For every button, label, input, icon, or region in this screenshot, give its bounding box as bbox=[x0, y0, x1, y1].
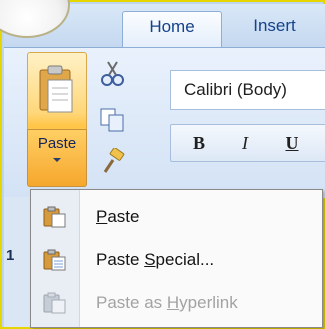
menu-item-label: Paste Special... bbox=[96, 250, 215, 269]
clipboard-icon bbox=[39, 65, 73, 113]
italic-button[interactable]: I bbox=[228, 129, 262, 157]
menu-item-paste-special[interactable]: Paste Special... bbox=[31, 239, 322, 279]
cut-icon[interactable] bbox=[97, 60, 129, 88]
window-frame: Home Insert Paste Calibri (Body) B I U 1 bbox=[0, 0, 325, 329]
bold-button[interactable]: B bbox=[182, 129, 216, 157]
menu-item-paste[interactable]: Paste bbox=[31, 196, 322, 236]
menu-item-label: Paste bbox=[96, 207, 140, 226]
copy-icon[interactable] bbox=[97, 106, 129, 134]
paste-hyperlink-icon bbox=[43, 292, 66, 314]
paste-label: Paste bbox=[37, 135, 77, 152]
paste-icon bbox=[43, 206, 66, 228]
menu-item-paste-as-hyperlink: Paste as Hyperlink bbox=[31, 282, 322, 322]
office-button-icon[interactable] bbox=[0, 0, 70, 38]
paste-special-icon bbox=[43, 249, 66, 271]
tab-home[interactable]: Home bbox=[122, 11, 222, 47]
row-number[interactable]: 1 bbox=[6, 247, 14, 264]
underline-button[interactable]: U bbox=[275, 129, 309, 157]
menu-item-label: Paste as Hyperlink bbox=[96, 293, 238, 312]
chevron-down-icon bbox=[53, 158, 61, 162]
paste-menu: Paste Paste Special... Paste as Hyperlin… bbox=[30, 189, 323, 328]
format-painter-icon[interactable] bbox=[97, 148, 129, 176]
font-name-field[interactable]: Calibri (Body) bbox=[170, 70, 325, 110]
tab-insert[interactable]: Insert bbox=[232, 11, 317, 47]
